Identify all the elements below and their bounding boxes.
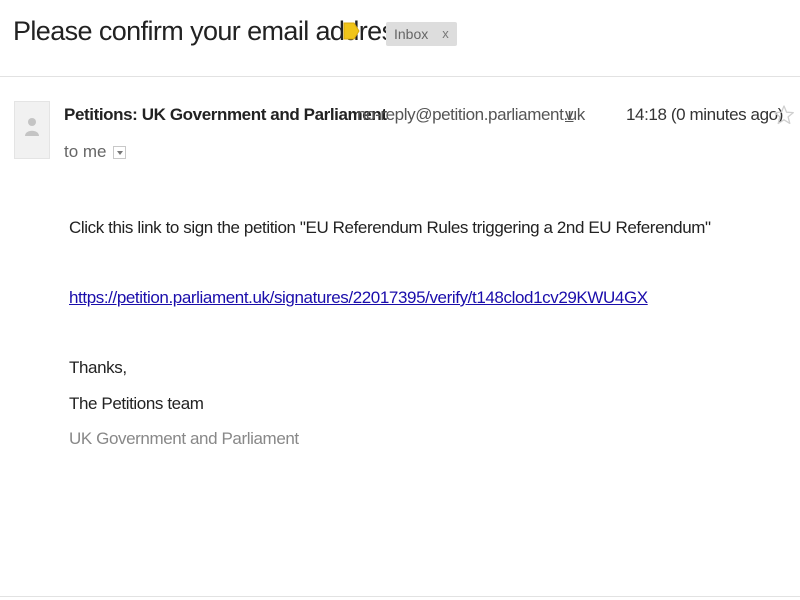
subject-bar: Please confirm your email address Inbox … <box>0 0 800 77</box>
body-team: The Petitions team <box>69 394 204 413</box>
sender-email: no-reply@petition.parliament.uk <box>357 105 585 124</box>
body-intro: Click this link to sign the petition "EU… <box>69 218 711 237</box>
importance-marker-icon[interactable] <box>343 22 360 40</box>
dropdown-arrow-icon[interactable] <box>112 145 126 159</box>
bottom-divider <box>0 596 800 597</box>
sender-details-toggle[interactable]: v <box>565 103 574 127</box>
default-avatar-icon <box>25 118 39 136</box>
message-timestamp: 14:18 (0 minutes ago) <box>626 105 783 124</box>
label-chip-text: Inbox <box>394 26 429 42</box>
body-link-line: https://petition.parliament.uk/signature… <box>69 286 648 310</box>
label-chip-inbox[interactable]: Inbox x <box>386 22 457 46</box>
email-view: Please confirm your email address Inbox … <box>0 0 800 600</box>
remove-label-button[interactable]: x <box>442 22 449 46</box>
sender-name[interactable]: Petitions: UK Government and Parliament <box>64 103 387 127</box>
sender-avatar <box>14 101 50 159</box>
verify-signature-link[interactable]: https://petition.parliament.uk/signature… <box>69 288 648 307</box>
recipients-text: to me <box>64 142 107 161</box>
body-organisation: UK Government and Parliament <box>69 429 299 448</box>
body-signoff: Thanks, <box>69 358 127 377</box>
star-outline-icon[interactable] <box>773 104 795 126</box>
recipients-line: to me <box>64 140 126 164</box>
